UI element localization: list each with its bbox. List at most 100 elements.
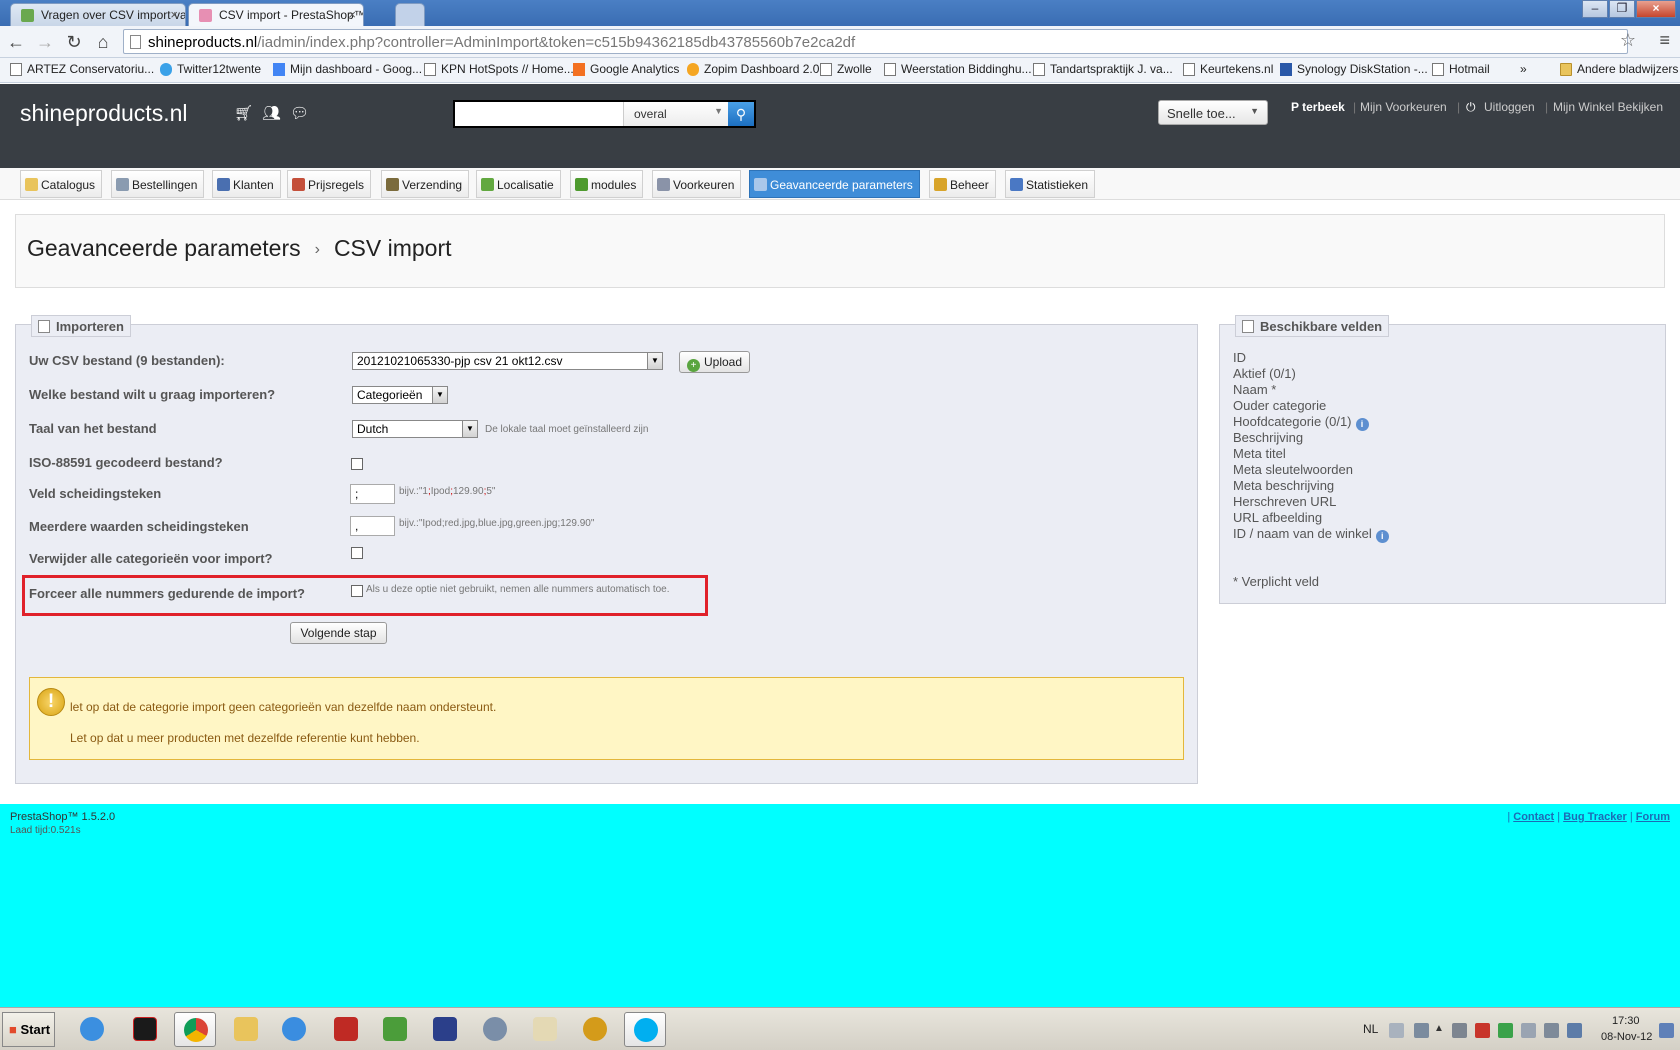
quick-access-select[interactable]: Snelle toe... ▼	[1158, 100, 1268, 125]
tab-localisatie[interactable]: Localisatie	[476, 170, 561, 198]
search-input[interactable]	[455, 102, 623, 126]
bookmark-star-icon[interactable]: ☆	[1620, 30, 1636, 51]
info-icon[interactable]: i	[1355, 418, 1369, 431]
cart-icon[interactable]: 🛒︎	[234, 104, 253, 122]
customers-icon[interactable]: 👥︎	[262, 104, 281, 122]
clock-time[interactable]: 17:30	[1612, 1015, 1640, 1027]
employee-name-link[interactable]: P terbeek	[1291, 100, 1345, 114]
entity-select[interactable]: Categorieën ▼	[352, 386, 448, 404]
tab-modules[interactable]: modules	[570, 170, 644, 198]
google-icon	[273, 63, 285, 76]
messages-icon[interactable]: 💬︎	[290, 104, 309, 122]
bookmark-item[interactable]: Weerstation Biddinghu...	[884, 62, 1032, 76]
bug-tracker-link[interactable]: Bug Tracker	[1563, 811, 1627, 823]
tray-icon[interactable]	[1389, 1023, 1404, 1038]
volume-icon[interactable]	[1452, 1023, 1467, 1038]
info-icon[interactable]: i	[1375, 530, 1389, 543]
network-icon[interactable]	[1544, 1023, 1559, 1038]
truncate-checkbox[interactable]	[351, 547, 363, 559]
media-player-icon[interactable]	[273, 1012, 315, 1047]
app-icon[interactable]	[524, 1012, 566, 1047]
bookmark-item[interactable]: Zwolle	[820, 62, 872, 76]
clock-date[interactable]: 08-Nov-12	[1601, 1031, 1652, 1043]
contact-link[interactable]: Contact	[1513, 811, 1554, 823]
browser-menu-icon[interactable]: ≡	[1659, 30, 1670, 51]
bookmarks-overflow-button[interactable]: »	[1520, 62, 1527, 76]
forward-arrow-icon[interactable]: →	[34, 31, 56, 53]
monitor-icon[interactable]	[1567, 1023, 1582, 1038]
bookmark-item[interactable]: Twitter12twente	[160, 62, 261, 76]
tab-statistieken[interactable]: Statistieken	[1005, 170, 1096, 198]
network-app-icon[interactable]	[374, 1012, 416, 1047]
bookmark-item[interactable]: Keurtekens.nl	[1183, 62, 1273, 76]
language-indicator[interactable]: NL	[1363, 1022, 1378, 1036]
search-button[interactable]: ⚲	[728, 102, 754, 126]
page-title-box: Geavanceerde parameters › CSV import	[15, 214, 1665, 288]
file-explorer-icon[interactable]	[225, 1012, 267, 1047]
tab-prijsregels[interactable]: Prijsregels	[287, 170, 372, 198]
tab-verzending[interactable]: Verzending	[381, 170, 470, 198]
next-step-button[interactable]: Volgende stap	[290, 622, 387, 644]
tab-voorkeuren[interactable]: Voorkeuren	[652, 170, 742, 198]
internet-explorer-icon[interactable]	[71, 1012, 113, 1047]
reload-icon[interactable]: ↻	[63, 31, 85, 53]
available-fields-legend: Beschikbare velden	[1235, 315, 1390, 337]
skype-icon[interactable]	[624, 1012, 666, 1047]
search-scope-select[interactable]: overal ▼	[623, 102, 729, 126]
tab-bestellingen[interactable]: Bestellingen	[111, 170, 205, 198]
language-select[interactable]: Dutch ▼	[352, 420, 478, 438]
bookmark-item[interactable]: Zopim Dashboard 2.0	[687, 62, 819, 76]
browser-tab-csv-import[interactable]: CSV import - PrestaShop™ ×	[188, 3, 364, 26]
flag-icon[interactable]	[1521, 1023, 1536, 1038]
minimize-button[interactable]: –	[1582, 0, 1608, 18]
preferences-icon	[657, 178, 670, 191]
bookmark-item[interactable]: Google Analytics	[573, 62, 679, 76]
app-icon[interactable]	[474, 1012, 516, 1047]
save-disk-icon[interactable]	[424, 1012, 466, 1047]
browser-tab-vragen[interactable]: Vragen over CSV import van o ×	[10, 3, 186, 26]
page-icon	[10, 63, 22, 76]
close-icon[interactable]: ×	[348, 7, 356, 22]
iso-checkbox[interactable]	[351, 458, 363, 470]
start-button[interactable]: ■ Start	[2, 1012, 55, 1047]
multi-separator-input[interactable]: ,	[350, 516, 395, 536]
maximize-button[interactable]: ❐	[1609, 0, 1635, 18]
chevron-down-icon: ▼	[714, 106, 723, 116]
forum-link[interactable]: Forum	[1636, 811, 1670, 823]
bookmark-item[interactable]: Synology DiskStation -...	[1280, 62, 1428, 76]
my-preferences-link[interactable]: Mijn Voorkeuren	[1360, 100, 1447, 114]
other-bookmarks-folder[interactable]: Andere bladwijzers	[1560, 62, 1678, 76]
csv-file-select[interactable]: 20121021065330-pjp csv 21 okt12.csv ▼	[352, 352, 663, 370]
show-desktop-icon[interactable]	[1659, 1023, 1674, 1038]
tab-beheer[interactable]: Beheer	[929, 170, 996, 198]
window-close-button[interactable]: ×	[1636, 0, 1676, 18]
tab-klanten[interactable]: Klanten	[212, 170, 281, 198]
logout-link[interactable]: Uitloggen	[1484, 100, 1535, 114]
gmail-icon[interactable]	[1475, 1023, 1490, 1038]
chevron-up-icon[interactable]: ▲	[1434, 1023, 1449, 1038]
dn-app-icon[interactable]	[124, 1012, 166, 1047]
address-bar[interactable]: shineproducts.nl/iadmin/index.php?contro…	[123, 29, 1628, 54]
shop-name[interactable]: shineproducts.nl	[20, 100, 188, 127]
new-tab-button[interactable]	[395, 3, 425, 26]
dollar-app-icon[interactable]	[574, 1012, 616, 1047]
bookmark-item[interactable]: KPN HotSpots // Home...	[424, 62, 574, 76]
home-icon[interactable]: ⌂	[92, 31, 114, 53]
bookmark-item[interactable]: Hotmail	[1432, 62, 1490, 76]
view-shop-link[interactable]: Mijn Winkel Bekijken	[1553, 100, 1663, 114]
tab-catalogus[interactable]: Catalogus	[20, 170, 103, 198]
tray-icon[interactable]	[1414, 1023, 1429, 1038]
bookmark-item[interactable]: Mijn dashboard - Goog...	[273, 62, 422, 76]
tab-geavanceerde-parameters[interactable]: Geavanceerde parameters	[749, 170, 920, 198]
upload-button[interactable]: + Upload	[679, 351, 750, 373]
bookmark-item[interactable]: Tandartspraktijk J. va...	[1033, 62, 1173, 76]
chrome-icon[interactable]	[174, 1012, 216, 1047]
back-arrow-icon[interactable]: ←	[5, 31, 27, 53]
close-icon[interactable]: ×	[170, 7, 178, 22]
url-path: /iadmin/index.php?controller=AdminImport…	[257, 34, 856, 51]
separator-input[interactable]: ;	[350, 484, 395, 504]
bookmark-item[interactable]: ARTEZ Conservatoriu...	[10, 62, 154, 76]
sync-icon[interactable]	[1498, 1023, 1513, 1038]
breadcrumb-parent[interactable]: Geavanceerde parameters	[27, 235, 301, 261]
filezilla-icon[interactable]	[325, 1012, 367, 1047]
